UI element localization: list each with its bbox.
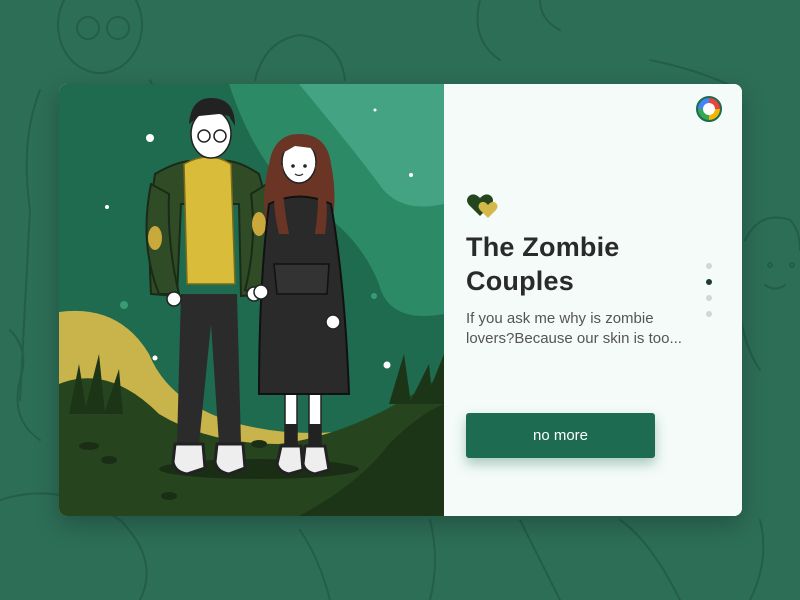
pagination-dots — [706, 263, 716, 323]
app-logo-icon[interactable] — [696, 96, 722, 122]
couple-illustration — [59, 84, 444, 516]
card-title: The Zombie Couples — [466, 232, 620, 296]
card-content-panel: The Zombie Couples If you ask me why is … — [444, 84, 742, 516]
pagination-dot[interactable] — [706, 295, 712, 301]
card-description: If you ask me why is zombie lovers?Becau… — [466, 310, 682, 347]
pagination-dot-active[interactable] — [706, 279, 712, 285]
story-card: The Zombie Couples If you ask me why is … — [59, 84, 742, 516]
hearts-icon — [467, 194, 498, 218]
pagination-dot[interactable] — [706, 263, 712, 269]
pagination-dot[interactable] — [706, 311, 712, 317]
no-more-button[interactable]: no more — [466, 413, 655, 458]
